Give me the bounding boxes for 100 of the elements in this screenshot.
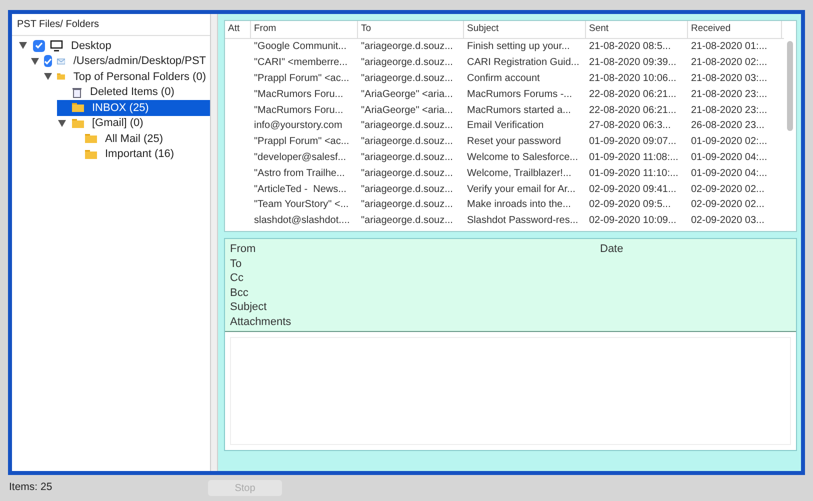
table-cell-text: 02-09-2020 02...	[691, 198, 764, 212]
tree-item[interactable]: All Mail (25)	[70, 131, 210, 146]
table-cell-text: "ariageorge.d.souz...	[361, 72, 453, 86]
table-cell-text: Make inroads into the...	[467, 198, 571, 212]
table-cell-text: Finish setting up your...	[467, 40, 570, 54]
table-cell-text: CARI Registration Guid...	[467, 56, 580, 70]
table-cell-text: 01-09-2020 11:08:...	[589, 150, 678, 165]
table-cell-text: "Team YourStory" <...	[254, 198, 349, 212]
column-header[interactable]: To	[358, 21, 464, 38]
column-header[interactable]: Subject	[464, 21, 586, 38]
table-cell-text: 21-08-2020 02:...	[691, 56, 768, 70]
table-cell-text: 21-08-2020 23:...	[691, 88, 768, 102]
table-cell-text: 02-09-2020 09:5...	[589, 198, 671, 212]
expanded-arrow-icon[interactable]	[31, 58, 39, 65]
tree-label: INBOX (25)	[92, 100, 149, 116]
table-cell-text: "MacRumors Foru...	[254, 88, 344, 102]
splitter-handle[interactable]	[210, 14, 218, 471]
table-cell-text: "AriaGeorge" <aria...	[361, 88, 453, 102]
table-cell-text: "ariageorge.d.souz...	[361, 214, 453, 228]
table-cell-text: 21-08-2020 09:39...	[589, 56, 676, 70]
folder-icon	[85, 134, 97, 144]
item-count: Items: 25	[9, 480, 54, 496]
table-cell-text: "ariageorge.d.souz...	[361, 198, 453, 212]
table-cell-text: "Prappl Forum" <ac...	[254, 72, 350, 86]
table-cell-text: "ariageorge.d.souz...	[361, 56, 453, 70]
table-cell-text: info@yourstory.com	[254, 119, 342, 134]
table-cell-text: "ariageorge.d.souz...	[361, 182, 453, 197]
tree-label: All Mail (25)	[105, 132, 164, 146]
table-cell-text: MacRumors Forums -...	[467, 88, 572, 102]
header-label: To	[230, 256, 243, 271]
table-cell-text: "CARI" <memberre...	[254, 56, 348, 70]
tree-item[interactable]: INBOX (25)	[57, 100, 210, 116]
header-label: Cc	[230, 271, 244, 286]
column-header[interactable]: Sent	[586, 21, 688, 38]
table-cell-text: 02-09-2020 03...	[691, 214, 764, 228]
header-label: Attachments	[230, 314, 292, 329]
table-cell-text: "ariageorge.d.souz...	[361, 166, 453, 181]
tree-item[interactable]: Desktop	[18, 38, 210, 54]
table-cell-text: "developer@salesf...	[254, 150, 346, 165]
column-header[interactable]: From	[251, 21, 358, 38]
expanded-arrow-icon[interactable]	[58, 120, 66, 127]
tree-item[interactable]: /Users/admin/Desktop/PST	[31, 54, 210, 69]
tree-item[interactable]: [Gmail] (0)	[57, 116, 210, 131]
table-cell-text: "Prappl Forum" <ac...	[254, 135, 350, 150]
table-cell-text: 01-09-2020 04:...	[691, 166, 768, 181]
table-cell-text: Slashdot Password-res...	[467, 214, 578, 228]
monitor-icon	[50, 40, 63, 52]
table-cell-text: 01-09-2020 09:07...	[589, 135, 676, 150]
scrollbar-thumb[interactable]	[787, 41, 793, 131]
tree-item[interactable]: Top of Personal Folders (0)	[44, 69, 210, 84]
tree-item[interactable]: Important (16)	[70, 146, 210, 162]
table-cell-text: "Google Communit...	[254, 40, 346, 54]
table-cell-text: 21-08-2020 08:5...	[589, 40, 671, 54]
panel-header: PST Files/ Folders	[12, 14, 210, 36]
table-cell-text: Confirm account	[467, 72, 540, 86]
expanded-arrow-icon[interactable]	[19, 42, 27, 50]
table-cell-text: 02-09-2020 02...	[691, 182, 764, 197]
table-cell-text: 21-08-2020 01:...	[691, 40, 768, 54]
tree-label: /Users/admin/Desktop/PST	[73, 54, 206, 69]
table-cell-text: "ariageorge.d.souz...	[361, 150, 453, 165]
table-cell-text: "Astro from Trailhe...	[254, 166, 345, 181]
table-cell-text: 02-09-2020 10:09...	[589, 214, 676, 228]
table-cell-text: "ariageorge.d.souz...	[361, 135, 453, 150]
tree-label: Deleted Items (0)	[90, 85, 174, 100]
table-cell-text: 21-08-2020 03:...	[691, 72, 768, 86]
table-cell-text: 21-08-2020 23:...	[691, 104, 768, 118]
table-cell-text: 02-09-2020 09:41...	[589, 182, 676, 197]
table-cell-text: Welcome, Trailblazer!...	[467, 166, 572, 181]
table-cell-text: "ariageorge.d.souz...	[361, 40, 453, 54]
header-label: Subject	[230, 300, 268, 314]
table-cell-text: slashdot@slashdot....	[254, 214, 350, 228]
table-cell-text: Email Verification	[467, 119, 544, 134]
tree-label: [Gmail] (0)	[92, 116, 144, 131]
column-header[interactable]: Att	[225, 21, 251, 38]
tree-label: Top of Personal Folders (0)	[73, 70, 206, 84]
table-cell-text: 22-08-2020 06:21...	[589, 88, 676, 102]
table-cell-text: "MacRumors Foru...	[254, 104, 344, 118]
checkbox[interactable]	[44, 55, 52, 68]
header-label: Date	[600, 242, 624, 256]
checkbox[interactable]	[33, 40, 45, 52]
table-cell-text: 01-09-2020 11:10:...	[589, 166, 678, 181]
expanded-arrow-icon[interactable]	[44, 73, 52, 80]
tree-label: Important (16)	[105, 147, 174, 162]
column-header[interactable]: Received	[688, 21, 782, 38]
table-cell-text: 26-08-2020 23...	[691, 119, 764, 134]
table-cell-text: Verify your email for Ar...	[467, 182, 576, 197]
table-cell-text: 01-09-2020 02:...	[691, 135, 768, 150]
tree-item[interactable]: Deleted Items (0)	[57, 84, 210, 100]
table-cell-text: 21-08-2020 10:06...	[589, 72, 676, 86]
table-cell-text: 22-08-2020 06:21...	[589, 104, 676, 118]
folder-icon	[72, 118, 84, 128]
table-cell-text: "AriaGeorge" <aria...	[361, 104, 453, 118]
folder-icon	[57, 72, 66, 82]
table-cell-text: "ariageorge.d.souz...	[361, 119, 453, 134]
header-label: From	[230, 242, 257, 256]
header-label: Bcc	[230, 286, 250, 300]
folder-icon	[72, 103, 84, 112]
table-cell-text: 01-09-2020 04:...	[691, 150, 768, 165]
table-cell-text: 27-08-2020 06:3...	[589, 119, 671, 134]
folder-icon	[85, 150, 97, 159]
